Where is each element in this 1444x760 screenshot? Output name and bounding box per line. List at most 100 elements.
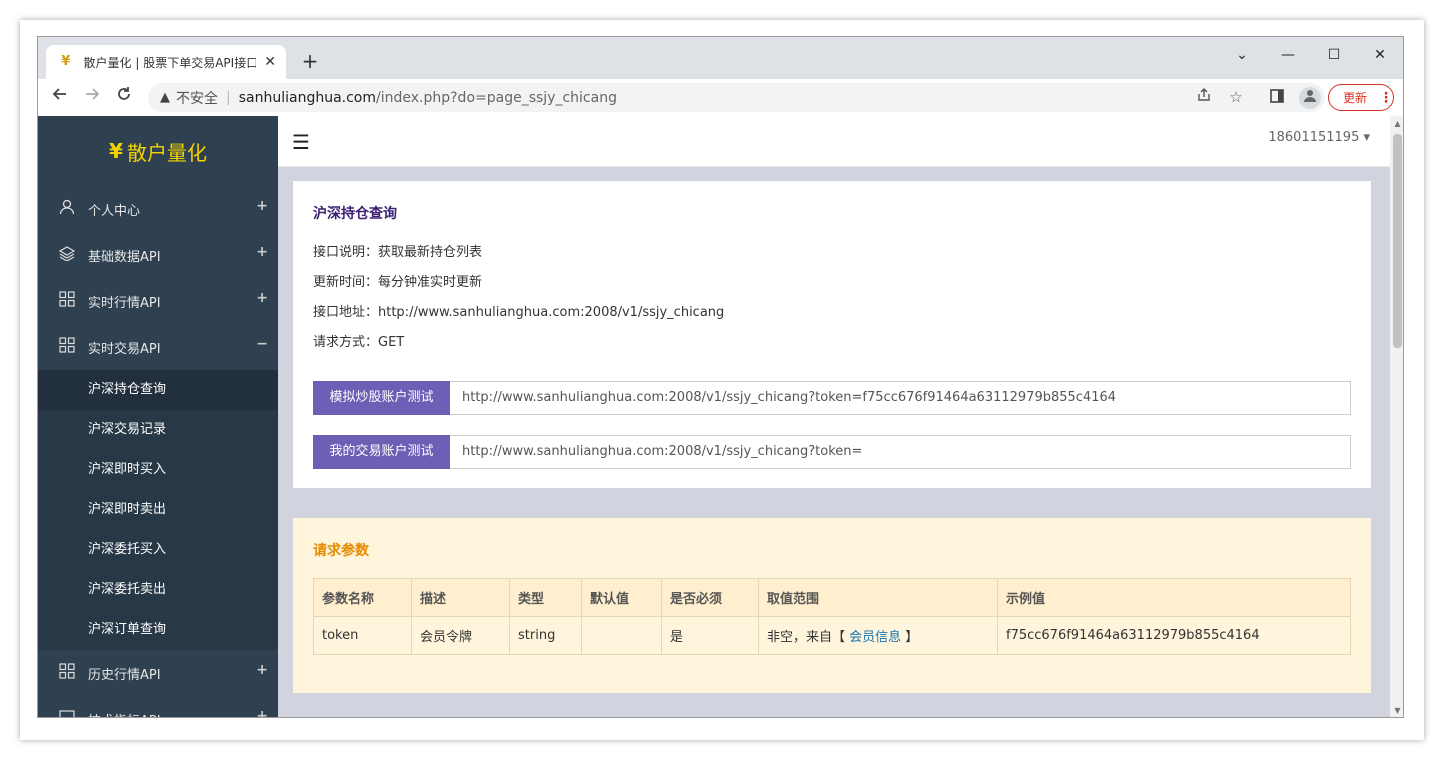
param-default-cell — [581, 616, 662, 655]
layers-icon — [58, 245, 76, 265]
side-panel-icon[interactable] — [1265, 86, 1289, 110]
tab-title: 散户量化 | 股票下单交易API接口 — [83, 55, 257, 70]
browser-tab[interactable]: ¥ 散户量化 | 股票下单交易API接口 ✕ — [46, 45, 286, 79]
main-content: ☰ 18601151195 ▾ 沪深持仓查询 接口说明：获取最新持仓列表 更新时… — [278, 116, 1390, 717]
api-description: 接口说明：获取最新持仓列表 — [313, 245, 483, 260]
params-table: 参数名称 描述 类型 默认值 是否必须 取值范围 示例值 token 会员令牌 — [313, 578, 1351, 655]
minus-icon: − — [256, 336, 268, 352]
url-host: sanhulianghua.com — [238, 89, 377, 106]
sidebar-item-technical-indicator-api[interactable]: 技术指标API + — [38, 696, 278, 718]
column-header: 类型 — [509, 578, 582, 617]
minimize-button[interactable]: — — [1265, 41, 1311, 69]
sidebar-item-label: 历史行情API — [88, 667, 161, 683]
column-header: 是否必须 — [661, 578, 759, 617]
brand-yen-icon: ¥ — [109, 139, 123, 163]
param-desc-cell: 会员令牌 — [411, 616, 510, 655]
update-button[interactable]: 更新 ⋮ — [1328, 84, 1394, 111]
sidebar-subitem-instant-buy[interactable]: 沪深即时买入 — [38, 450, 278, 490]
range-suffix: 】 — [901, 630, 919, 645]
new-tab-button[interactable]: + — [298, 49, 322, 73]
back-arrow-icon[interactable] — [48, 85, 72, 109]
profile-avatar-icon[interactable] — [1299, 87, 1321, 109]
column-header: 示例值 — [997, 578, 1351, 617]
range-prefix: 非空，来自【 — [767, 630, 850, 645]
tab-close-icon[interactable]: ✕ — [264, 54, 276, 70]
real-account-test-button[interactable]: 我的交易账户测试 — [313, 435, 450, 469]
tab-strip: ¥ 散户量化 | 股票下单交易API接口 ✕ + ⌄ — ☐ ✕ — [38, 37, 1403, 79]
api-info-card: 沪深持仓查询 接口说明：获取最新持仓列表 更新时间：每分钟准实时更新 接口地址：… — [293, 181, 1371, 488]
sidebar-item-history-quote-api[interactable]: 历史行情API + — [38, 650, 278, 696]
bookmark-star-icon[interactable]: ☆ — [1224, 83, 1248, 112]
sidebar-item-personal-center[interactable]: 个人中心 + — [38, 186, 278, 232]
sidebar-subitem-trade-records[interactable]: 沪深交易记录 — [38, 410, 278, 450]
plus-icon: + — [256, 198, 268, 214]
forward-arrow-icon[interactable] — [80, 85, 104, 109]
param-required-cell: 是 — [661, 616, 759, 655]
sidebar-subitem-order-query[interactable]: 沪深订单查询 — [38, 610, 278, 650]
param-range-cell: 非空，来自【 会员信息 】 — [758, 616, 998, 655]
hamburger-menu-icon[interactable]: ☰ — [292, 130, 310, 154]
address-bar[interactable]: ▲ 不安全 | sanhulianghua.com/index.php?do=p… — [148, 83, 1325, 112]
sidebar-item-label: 个人中心 — [88, 203, 141, 219]
sidebar: ¥ 散户量化 个人中心 + 基础数据API + 实时行情API + 实时交易AP… — [38, 116, 278, 718]
api-endpoint: 接口地址：http://www.sanhulianghua.com:2008/v… — [313, 305, 725, 320]
sidebar-subitem-position-query[interactable]: 沪深持仓查询 — [38, 370, 278, 410]
scroll-thumb[interactable] — [1393, 134, 1402, 348]
insecure-label: 不安全 — [176, 90, 218, 107]
vertical-scrollbar[interactable]: ▲ ▼ — [1390, 116, 1403, 717]
close-window-button[interactable]: ✕ — [1357, 41, 1403, 69]
table-row: token 会员令牌 string 是 非空，来自【 会员信息 】 f75cc6… — [313, 616, 1351, 655]
plus-icon: + — [256, 290, 268, 306]
column-header: 取值范围 — [758, 578, 998, 617]
maximize-button[interactable]: ☐ — [1311, 41, 1357, 69]
top-navbar: ☰ 18601151195 ▾ — [278, 116, 1390, 167]
user-dropdown[interactable]: 18601151195 ▾ — [1268, 130, 1370, 145]
params-title: 请求参数 — [313, 543, 369, 559]
browser-window: ¥ 散户量化 | 股票下单交易API接口 ✕ + ⌄ — ☐ ✕ ▲ 不安全 |… — [37, 36, 1404, 718]
param-type-cell: string — [509, 616, 582, 655]
test-row-real: 我的交易账户测试 http://www.sanhulianghua.com:20… — [313, 435, 1351, 469]
grid-icon — [58, 337, 76, 357]
chart-icon — [58, 709, 76, 717]
share-icon[interactable] — [1192, 83, 1216, 112]
simulated-account-test-button[interactable]: 模拟炒股账户测试 — [313, 381, 450, 415]
brand-logo[interactable]: ¥ 散户量化 — [38, 116, 278, 186]
sidebar-subitem-instant-sell[interactable]: 沪深即时卖出 — [38, 490, 278, 530]
favicon-icon: ¥ — [61, 54, 71, 69]
sidebar-item-realtime-quote-api[interactable]: 实时行情API + — [38, 278, 278, 324]
reload-icon[interactable] — [112, 85, 136, 109]
user-icon — [58, 199, 76, 219]
column-header: 参数名称 — [313, 578, 412, 617]
sidebar-subitem-limit-sell[interactable]: 沪深委托卖出 — [38, 570, 278, 610]
tab-search-icon[interactable]: ⌄ — [1219, 41, 1265, 69]
warning-icon: ▲ — [160, 90, 170, 105]
sidebar-item-label: 实时交易API — [88, 341, 161, 357]
grid-icon — [58, 291, 76, 311]
grid-icon — [58, 663, 76, 683]
plus-icon: + — [256, 244, 268, 260]
api-title: 沪深持仓查询 — [313, 206, 397, 222]
scroll-down-icon[interactable]: ▼ — [1390, 703, 1403, 717]
sidebar-item-label: 技术指标API — [88, 710, 161, 718]
param-example-cell: f75cc676f91464a63112979b855c4164 — [997, 616, 1351, 655]
sidebar-item-label: 基础数据API — [88, 249, 161, 265]
url-separator: | — [226, 89, 231, 106]
brand-name: 散户量化 — [126, 140, 207, 165]
plus-icon: + — [256, 662, 268, 678]
member-info-link[interactable]: 会员信息 — [849, 630, 901, 645]
page-viewport: ¥ 散户量化 个人中心 + 基础数据API + 实时行情API + 实时交易AP… — [38, 116, 1390, 718]
sidebar-subitem-limit-buy[interactable]: 沪深委托买入 — [38, 530, 278, 570]
column-header: 描述 — [411, 578, 510, 617]
scroll-up-icon[interactable]: ▲ — [1390, 116, 1403, 132]
column-header: 默认值 — [581, 578, 662, 617]
request-params-card: 请求参数 参数名称 描述 类型 默认值 是否必须 取值范围 示例值 token … — [293, 518, 1371, 693]
plus-icon: + — [256, 708, 268, 718]
sidebar-item-basic-data-api[interactable]: 基础数据API + — [38, 232, 278, 278]
sidebar-submenu: 沪深持仓查询 沪深交易记录 沪深即时买入 沪深即时卖出 沪深委托买入 沪深委托卖… — [38, 370, 278, 650]
sidebar-item-realtime-trade-api[interactable]: 实时交易API − — [38, 324, 278, 370]
real-test-url-field[interactable]: http://www.sanhulianghua.com:2008/v1/ssj… — [450, 435, 1351, 469]
simulated-test-url-field[interactable]: http://www.sanhulianghua.com:2008/v1/ssj… — [450, 381, 1351, 415]
param-name-cell: token — [313, 616, 412, 655]
test-row-simulated: 模拟炒股账户测试 http://www.sanhulianghua.com:20… — [313, 381, 1351, 415]
table-header-row: 参数名称 描述 类型 默认值 是否必须 取值范围 示例值 — [313, 578, 1351, 617]
